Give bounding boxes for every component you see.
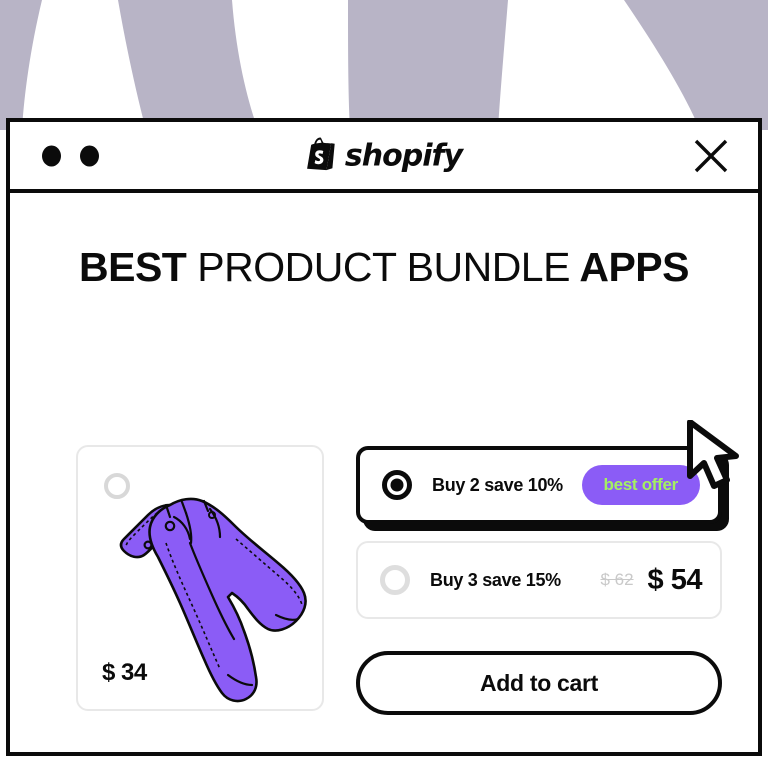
window-dots [42,145,99,166]
offer-price-discounted: $ 54 [647,563,703,596]
product-card[interactable]: $ 34 [76,445,324,711]
product-select-radio[interactable] [104,473,130,499]
window-dot-icon[interactable] [80,145,99,166]
offer-list: Buy 2 save 10% best offer Buy 3 save 15%… [356,445,722,715]
shopify-wordmark: shopify [344,138,463,173]
offer-option-buy-3[interactable]: Buy 3 save 15% $ 62 $ 54 [356,541,722,619]
window-dot-icon[interactable] [42,145,61,166]
page-title-part-3: APPS [579,244,689,290]
shopify-modal-window: shopify BEST PRODUCT BUNDLE APPS $ 34 Bu… [6,118,762,756]
page-title: BEST PRODUCT BUNDLE APPS [10,244,758,291]
offer-radio-selected[interactable] [382,470,412,500]
offer-label: Buy 2 save 10% [432,474,563,495]
close-icon[interactable] [692,137,730,175]
offer-meta: $ 62 $ 54 [600,564,702,597]
best-offer-badge: best offer [581,465,700,505]
offer-meta: best offer [581,465,700,505]
offer-option-buy-2[interactable]: Buy 2 save 10% best offer [356,446,722,524]
window-titlebar: shopify [10,122,758,193]
window-body: BEST PRODUCT BUNDLE APPS $ 34 Buy 2 save… [10,193,758,752]
product-price: $ 34 [102,659,147,686]
add-to-cart-button[interactable]: Add to cart [356,651,722,715]
page-title-part-2: PRODUCT BUNDLE [197,244,570,290]
bundle-content: $ 34 Buy 2 save 10% best offer Buy 3 sav… [76,445,722,715]
offer-price-original: $ 62 [600,570,634,589]
offer-label: Buy 3 save 15% [430,569,561,590]
shopify-brand: shopify [306,136,463,175]
page-title-part-1: BEST [79,244,187,290]
shopify-bag-icon [306,136,336,175]
offer-radio-unselected[interactable] [380,565,410,595]
